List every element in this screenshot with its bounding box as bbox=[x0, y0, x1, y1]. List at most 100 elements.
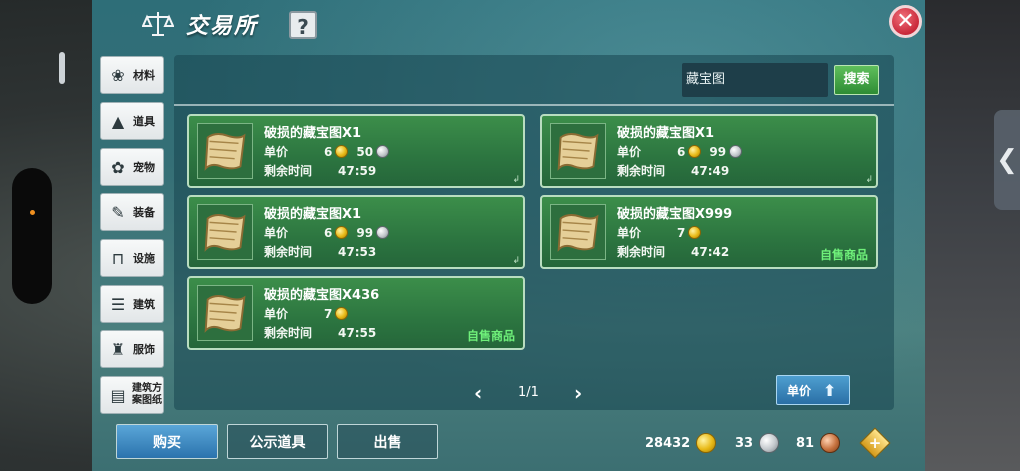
price-row: 单价 6 50 bbox=[264, 143, 390, 160]
game-world-right bbox=[925, 0, 1020, 471]
sidebar-item-label: 宠物 bbox=[133, 161, 155, 174]
balance-scale-icon bbox=[142, 12, 174, 36]
gold-amount: 7 bbox=[324, 306, 333, 321]
listing-card[interactable]: 破损的藏宝图X1 单价 6 99 剩余时间 47:53 ↲ bbox=[187, 195, 525, 269]
side-panel-toggle[interactable]: ❮ bbox=[994, 110, 1020, 210]
time-left-label: 剩余时间 bbox=[264, 164, 313, 178]
sidebar-item-facilities[interactable]: ⊓ 设施 bbox=[100, 239, 164, 277]
prev-page-button[interactable]: ‹ bbox=[474, 383, 482, 403]
silver-coin-icon bbox=[376, 226, 390, 239]
silver-amount: 99 bbox=[356, 225, 374, 240]
tab-sell[interactable]: 出售 bbox=[337, 424, 438, 459]
gold-coin-icon bbox=[335, 145, 349, 158]
self-sale-badge: 自售商品 bbox=[819, 248, 868, 262]
search-button[interactable]: 搜索 bbox=[834, 65, 879, 95]
listing-card[interactable]: 破损的藏宝图X1 单价 6 99 剩余时间 47:49 ↲ bbox=[540, 114, 878, 188]
price-row: 单价 7 bbox=[264, 305, 349, 322]
time-left-value: 47:59 bbox=[338, 163, 377, 178]
price-row: 单价 7 bbox=[617, 224, 702, 241]
sidebar-item-buildings[interactable]: ☰ 建筑 bbox=[100, 285, 164, 323]
listing-card[interactable]: 破损的藏宝图X436 单价 7 剩余时间 47:55 自售商品 bbox=[187, 276, 525, 350]
gold-coin-icon bbox=[696, 433, 717, 453]
sort-arrow-icon: ⬆ bbox=[823, 380, 837, 400]
gold-coin-icon bbox=[335, 307, 349, 320]
plus-icon: + bbox=[868, 434, 882, 452]
sidebar-item-blueprints[interactable]: ▤ 建筑方 案图纸 bbox=[100, 376, 164, 414]
item-icon: ▲ bbox=[111, 111, 125, 131]
scroll-map-icon bbox=[550, 123, 606, 179]
listing-card[interactable]: 破损的藏宝图X1 单价 6 50 剩余时间 47:59 ↲ bbox=[187, 114, 525, 188]
page-indicator: 1/1 bbox=[518, 385, 539, 400]
time-left-label: 剩余时间 bbox=[264, 245, 313, 259]
gold-coin-icon bbox=[335, 226, 349, 239]
gold-coin-icon bbox=[688, 145, 702, 158]
next-page-button[interactable]: › bbox=[574, 383, 582, 403]
time-row: 剩余时间 47:55 bbox=[264, 324, 376, 341]
copper-coin-icon bbox=[820, 433, 841, 453]
listing-card[interactable]: 破损的藏宝图X999 单价 7 剩余时间 47:42 自售商品 bbox=[540, 195, 878, 269]
scroll-map-icon bbox=[550, 204, 606, 260]
gold-amount: 6 bbox=[324, 144, 333, 159]
pet-paw-icon: ✿ bbox=[111, 157, 125, 177]
item-name: 破损的藏宝图X1 bbox=[264, 207, 362, 222]
tab-buy[interactable]: 购买 bbox=[116, 424, 218, 459]
tab-public-items[interactable]: 公示道具 bbox=[227, 424, 328, 459]
blueprint-icon: ▤ bbox=[110, 385, 126, 405]
time-left-value: 47:55 bbox=[338, 325, 377, 340]
title-bar: 交易所 bbox=[142, 6, 258, 42]
sidebar-item-label: 设施 bbox=[133, 252, 155, 265]
time-left-value: 47:42 bbox=[691, 244, 730, 259]
price-label: 单价 bbox=[617, 145, 642, 159]
price-row: 单价 6 99 bbox=[617, 143, 743, 160]
sidebar-item-label: 建筑 bbox=[133, 298, 155, 311]
equipment-icon: ✎ bbox=[111, 202, 125, 222]
gold-amount: 7 bbox=[677, 225, 686, 240]
gold-amount: 6 bbox=[324, 225, 333, 240]
drag-handle[interactable] bbox=[59, 52, 65, 84]
price-label: 单价 bbox=[264, 226, 289, 240]
building-icon: ☰ bbox=[110, 294, 126, 314]
scroll-map-icon bbox=[197, 204, 253, 260]
sidebar-item-label: 道具 bbox=[133, 115, 155, 128]
time-row: 剩余时间 47:42 bbox=[617, 243, 729, 260]
sidebar-item-pets[interactable]: ✿ 宠物 bbox=[100, 148, 164, 186]
silver-balance: 33 bbox=[735, 433, 780, 453]
time-left-label: 剩余时间 bbox=[617, 164, 666, 178]
silver-amount: 50 bbox=[356, 144, 374, 159]
time-left-label: 剩余时间 bbox=[264, 326, 313, 340]
corner-mark: ↲ bbox=[512, 175, 520, 185]
sidebar-item-label: 建筑方 案图纸 bbox=[132, 383, 162, 406]
corner-mark: ↲ bbox=[865, 175, 873, 185]
price-label: 单价 bbox=[264, 307, 289, 321]
search-input[interactable]: 藏宝图 bbox=[682, 63, 828, 97]
price-label: 单价 bbox=[617, 226, 642, 240]
help-button[interactable]: ? bbox=[289, 11, 317, 39]
sidebar-item-label: 装备 bbox=[133, 206, 155, 219]
sidebar-item-items[interactable]: ▲ 道具 bbox=[100, 102, 164, 140]
sidebar-item-label: 服饰 bbox=[133, 343, 155, 356]
gold-coin-icon bbox=[688, 226, 702, 239]
copper-balance: 81 bbox=[796, 433, 841, 453]
listing-area: 藏宝图 搜索 破损的藏宝图X1 单价 6 50 剩余时间 47:59 ↲ 破损的… bbox=[174, 55, 894, 410]
sidebar-item-label: 材料 bbox=[133, 69, 155, 82]
price-row: 单价 6 99 bbox=[264, 224, 390, 241]
silver-amount: 99 bbox=[709, 144, 727, 159]
close-button[interactable]: ✕ bbox=[889, 5, 922, 38]
time-left-value: 47:53 bbox=[338, 244, 377, 259]
sidebar-item-equipment[interactable]: ✎ 装备 bbox=[100, 193, 164, 231]
time-row: 剩余时间 47:59 bbox=[264, 162, 376, 179]
gold-balance: 28432 bbox=[645, 433, 717, 453]
item-name: 破损的藏宝图X436 bbox=[264, 288, 380, 303]
facility-icon: ⊓ bbox=[111, 248, 125, 268]
camera-dot bbox=[30, 210, 35, 215]
sidebar-item-clothing[interactable]: ♜ 服饰 bbox=[100, 330, 164, 368]
time-row: 剩余时间 47:49 bbox=[617, 162, 729, 179]
time-left-label: 剩余时间 bbox=[617, 245, 666, 259]
silver-coin-icon bbox=[376, 145, 390, 158]
scroll-map-icon bbox=[197, 285, 253, 341]
time-row: 剩余时间 47:53 bbox=[264, 243, 376, 260]
clothing-icon: ♜ bbox=[110, 339, 126, 359]
sidebar-item-materials[interactable]: ❀ 材料 bbox=[100, 56, 164, 94]
sort-button-label: 单价 bbox=[787, 383, 812, 398]
sort-by-price-button[interactable]: 单价 ⬆ bbox=[776, 375, 850, 405]
